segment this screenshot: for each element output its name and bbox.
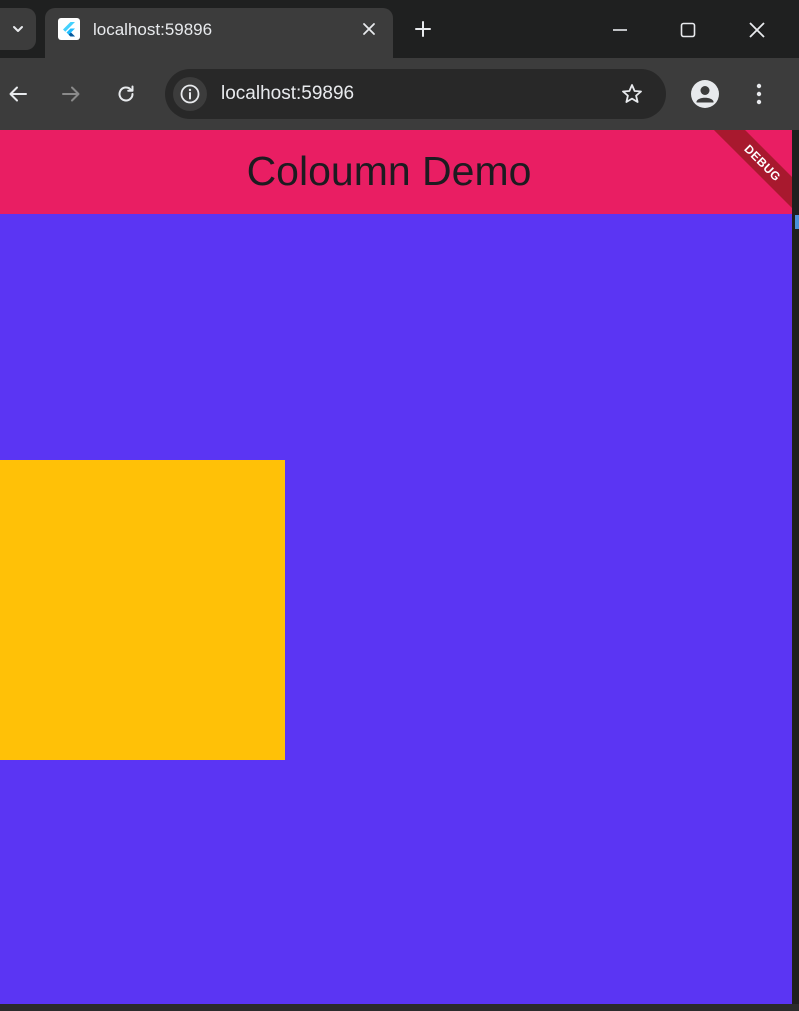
maximize-icon [680, 22, 696, 38]
tab-title: localhost:59896 [93, 20, 213, 39]
amber-container [0, 460, 285, 760]
reload-button[interactable] [108, 76, 144, 112]
browser-tab[interactable]: localhost:59896 [45, 8, 393, 58]
minimize-button[interactable] [600, 10, 640, 50]
url-text[interactable]: localhost:59896 [221, 83, 354, 105]
tab-close-button[interactable] [359, 19, 379, 39]
tab-strip: localhost:59896 [0, 0, 799, 58]
flutter-icon [58, 18, 80, 40]
arrow-right-icon [62, 86, 80, 102]
back-button[interactable] [0, 76, 36, 112]
arrow-left-icon [9, 86, 27, 102]
star-icon [622, 84, 642, 103]
browser-window: localhost:59896 localhost:59896 Coloumn … [0, 0, 799, 1011]
scrollbar-indicator [795, 215, 799, 229]
minimize-icon [613, 29, 627, 31]
forward-button[interactable] [53, 76, 89, 112]
page-viewport: Coloumn Demo DEBUG [0, 130, 792, 1004]
browser-toolbar: localhost:59896 [0, 58, 799, 130]
close-icon [749, 22, 765, 38]
window-right-edge [792, 130, 799, 1004]
maximize-button[interactable] [668, 10, 708, 50]
person-icon [691, 80, 719, 108]
address-bar[interactable]: localhost:59896 [165, 69, 666, 119]
profile-button[interactable] [689, 78, 721, 110]
close-icon [363, 23, 375, 35]
new-tab-button[interactable] [408, 14, 438, 44]
chevron-down-icon [13, 26, 23, 32]
window-bottom-edge [0, 1004, 799, 1011]
window-close-button[interactable] [737, 10, 777, 50]
tab-search-button[interactable] [0, 8, 36, 50]
app-bar-title: Coloumn Demo [246, 148, 532, 194]
kebab-menu-icon [756, 83, 762, 105]
reload-icon [118, 85, 134, 102]
site-info-button[interactable] [173, 77, 207, 111]
browser-menu-button[interactable] [745, 78, 773, 110]
bookmark-button[interactable] [620, 82, 644, 106]
plus-icon [415, 21, 431, 37]
info-icon [180, 84, 200, 104]
app-bar: Coloumn Demo [0, 130, 792, 214]
